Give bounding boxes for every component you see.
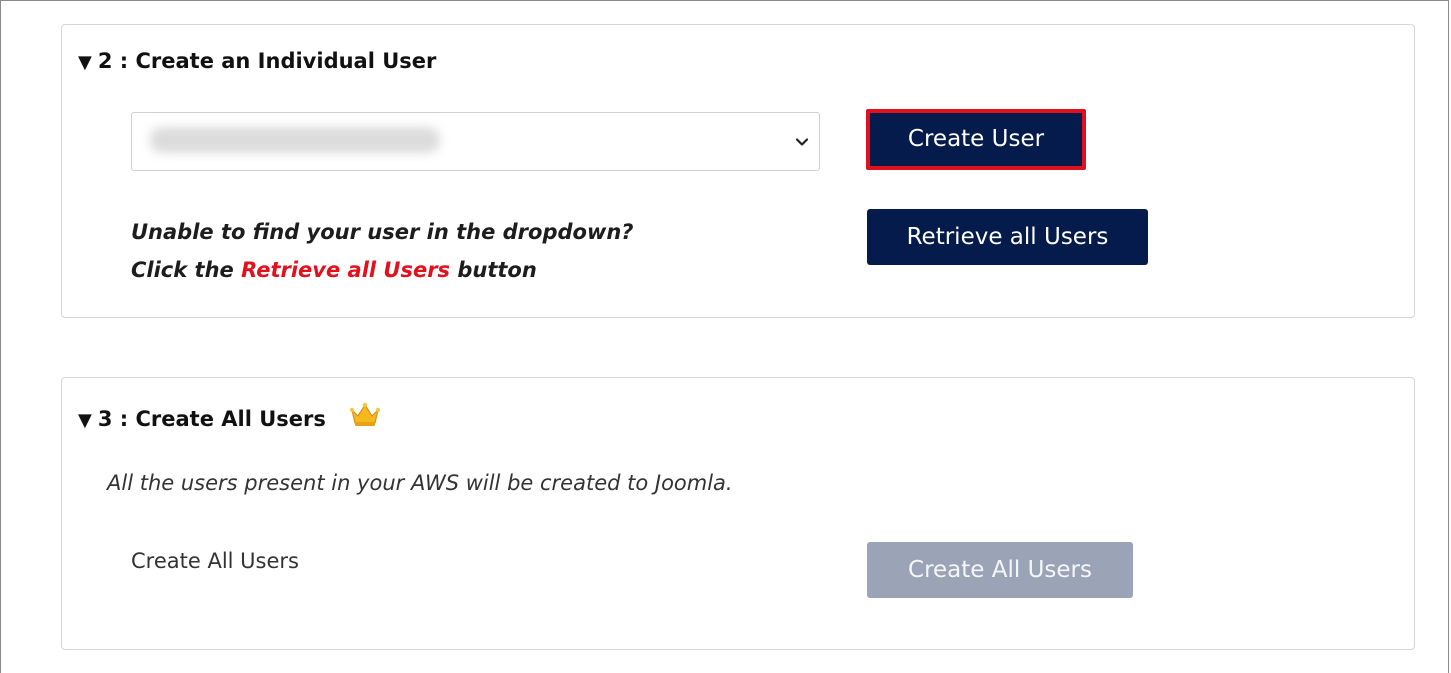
create-all-users-label: Create All Users (131, 549, 299, 573)
page-frame: ▼ 2 : Create an Individual User Create Us… (0, 0, 1449, 673)
hint-suffix: button (450, 258, 537, 282)
user-select-dropdown[interactable] (131, 112, 820, 171)
create-all-users-button[interactable]: Create All Users (867, 542, 1133, 598)
section-2-title: 2 : Create an Individual User (97, 49, 437, 73)
hint-retrieve-highlight: Retrieve all Users (241, 258, 451, 282)
hint-prefix: Click the (131, 258, 242, 282)
all-users-description: All the users present in your AWS will b… (107, 471, 733, 495)
crown-icon (349, 402, 381, 426)
retrieve-all-users-button[interactable]: Retrieve all Users (867, 209, 1148, 265)
section-3-title: 3 : Create All Users (97, 407, 326, 431)
dropdown-help-text: Unable to find your user in the dropdown… (131, 213, 634, 289)
hint-line-2: Click the Retrieve all Users button (131, 251, 634, 289)
hint-line-1: Unable to find your user in the dropdown… (131, 220, 634, 244)
section-3-header[interactable]: ▼ 3 : Create All Users (78, 402, 381, 431)
chevron-down-icon (795, 138, 809, 146)
all-users-section: ▼ 3 : Create All Users All the users pres… (61, 377, 1415, 650)
create-user-button[interactable]: Create User (866, 109, 1086, 170)
section-2-header[interactable]: ▼ 2 : Create an Individual User (78, 49, 436, 73)
collapse-triangle-icon: ▼ (78, 52, 92, 73)
individual-user-section: ▼ 2 : Create an Individual User Create Us… (61, 24, 1415, 318)
collapse-triangle-icon: ▼ (78, 410, 92, 431)
blurred-selected-value (150, 127, 440, 153)
